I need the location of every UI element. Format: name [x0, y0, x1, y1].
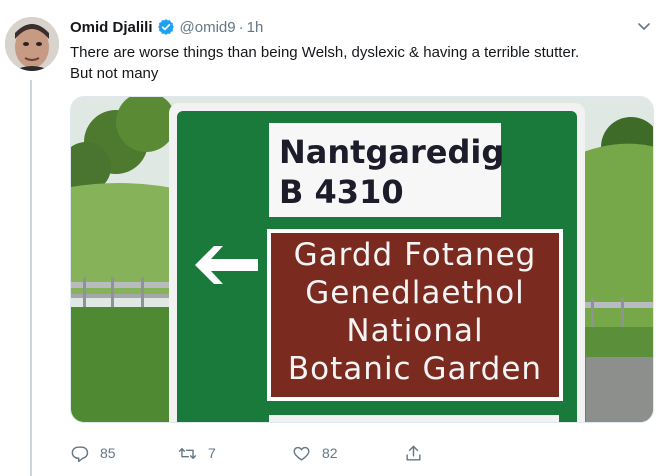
avatar[interactable] [5, 17, 59, 71]
sign-destination-panel: Gardd Fotaneg Genedlaethol National Bota… [271, 233, 559, 397]
like-count: 82 [322, 445, 338, 461]
sign-line-english-1: National [346, 313, 484, 349]
chevron-down-icon[interactable] [636, 18, 652, 34]
retweet-count: 7 [208, 445, 216, 461]
tweet[interactable]: Omid Djalili @omid9 · 1h There are worse… [0, 0, 664, 476]
tweet-actions: 85 7 82 [70, 440, 650, 466]
share-button[interactable] [404, 440, 434, 466]
retweet-icon [178, 447, 197, 459]
sign-place-name: Nantgaredig [279, 133, 505, 171]
retweet-button[interactable]: 7 [178, 440, 216, 466]
tweet-photo[interactable]: Nantgaredig B 4310 Gardd Fotaneg Genedla… [70, 96, 654, 423]
sign-line-welsh-1: Gardd Fotaneg [293, 237, 537, 273]
verified-badge-icon [157, 18, 175, 36]
separator-dot: · [238, 18, 244, 36]
reply-button[interactable]: 85 [70, 440, 116, 466]
tweet-text-line: There are worse things than being Welsh,… [70, 44, 580, 61]
sign-line-english-2: Botanic Garden [287, 351, 543, 387]
reply-icon [71, 445, 89, 462]
tweet-timestamp[interactable]: 1h [247, 19, 264, 36]
tweet-text: There are worse things than being Welsh,… [70, 42, 655, 84]
sign-line-welsh-2: Genedlaethol [305, 275, 525, 311]
tweet-text-line: But not many [70, 65, 159, 82]
sign-top-panel: Nantgaredig B 4310 [269, 123, 505, 217]
avatar-image [5, 17, 59, 71]
author-name[interactable]: Omid Djalili [70, 19, 153, 36]
tweet-header: Omid Djalili @omid9 · 1h [70, 16, 263, 38]
like-button[interactable]: 82 [292, 440, 338, 466]
reply-count: 85 [100, 445, 116, 461]
like-icon [293, 446, 310, 461]
thread-line [30, 80, 32, 476]
author-handle[interactable]: @omid9 [180, 19, 236, 36]
share-icon [406, 445, 421, 461]
sign-road-number: B 4310 [279, 173, 404, 211]
